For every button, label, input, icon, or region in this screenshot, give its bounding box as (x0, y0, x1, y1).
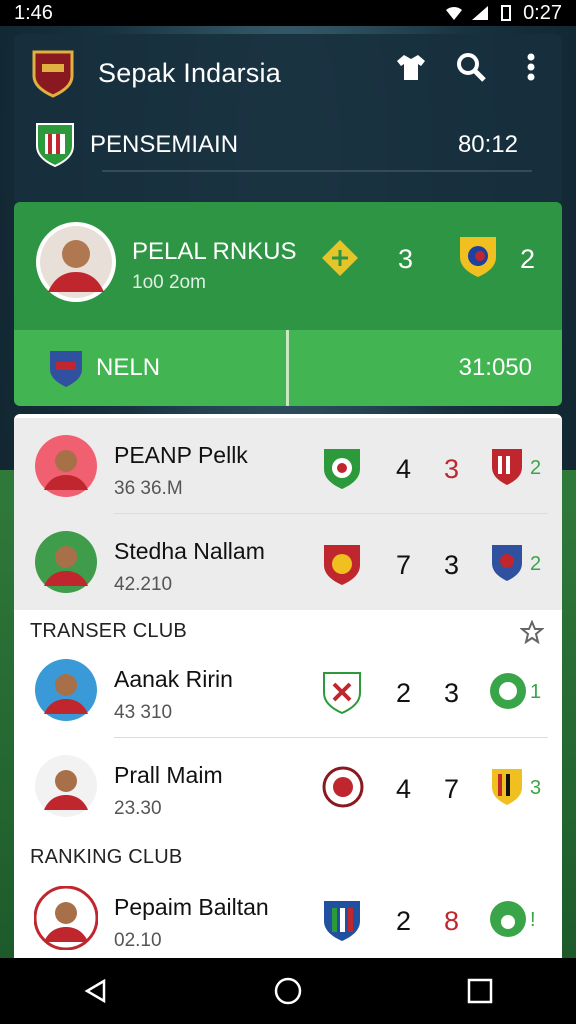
player-meta: 23.30 (114, 798, 162, 819)
signal-icon (472, 6, 489, 20)
featured-player-meta: 1o0 2om (132, 272, 206, 293)
shirt-icon (397, 55, 425, 80)
score-home: 7 (396, 550, 412, 580)
home-button[interactable] (268, 971, 308, 1011)
score-away: 3 (444, 678, 460, 708)
player-name: PEANP Pellk (114, 442, 248, 468)
section-title-ranking: RANKING CLUB (30, 846, 183, 868)
club-crest-icon (324, 901, 360, 941)
search-button[interactable] (454, 50, 488, 84)
club-crest-icon (324, 545, 360, 585)
app-header: Sepak Indarsia PENSEMIAIN 80:12 (14, 34, 562, 204)
club-crest-icon (460, 237, 496, 277)
score-home: 2 (396, 906, 412, 936)
list-item[interactable]: PEANP Pellk 36 36.M 4 3 2 (14, 418, 562, 514)
club-crest-icon (322, 766, 364, 808)
avatar (34, 886, 98, 950)
hero-score: 80:12 (457, 131, 518, 158)
player-meta: 42.210 (114, 574, 173, 595)
list-item[interactable]: Aanak Ririn 43 310 2 3 1 (14, 642, 562, 738)
diamond-badge-icon (322, 240, 358, 276)
club-crest-icon (36, 123, 74, 168)
system-nav-bar (0, 958, 576, 1024)
row-suffix: 3 (530, 777, 541, 799)
app-logo-icon (32, 50, 74, 98)
featured-player-name: PELAL RNKUS (132, 238, 297, 265)
club-crest-icon: 1 (490, 673, 541, 709)
row-suffix: 2 (530, 553, 541, 575)
back-button[interactable] (76, 971, 116, 1011)
section-title-transfer: TRANSER CLUB (30, 620, 187, 642)
avatar (35, 659, 97, 721)
player-name: Prall Maim (114, 762, 223, 788)
club-crest-icon: 3 (492, 769, 541, 805)
club-crest-icon: 2 (492, 545, 541, 581)
score-home: 2 (396, 678, 412, 708)
match-divider (286, 330, 289, 406)
match-label: NELN (96, 354, 161, 381)
player-name: Pepaim Bailtan (114, 894, 269, 920)
club-crest-icon: 2 (492, 449, 541, 485)
avatar (34, 220, 118, 309)
battery-icon (501, 5, 512, 21)
status-time: 1:46 (14, 1, 53, 24)
player-name: Aanak Ririn (114, 666, 233, 692)
featured-score-home: 3 (398, 244, 414, 274)
score-away: 3 (444, 454, 460, 484)
score-home: 4 (396, 454, 412, 484)
featured-player-card[interactable]: PELAL RNKUS 1o0 2om 3 2 (14, 202, 562, 332)
row-suffix: ! (530, 909, 536, 931)
more-vert-icon (527, 53, 535, 81)
avatar (35, 435, 97, 497)
list-item[interactable]: Stedha Nallam 42.210 7 3 2 (14, 514, 562, 610)
list-item[interactable]: Pepaim Bailtan 02.10 2 8 ! (14, 870, 562, 958)
player-meta: 02.10 (114, 930, 162, 951)
search-icon (457, 53, 486, 82)
status-clock: 0:27 (523, 1, 562, 24)
score-away: 8 (444, 906, 460, 936)
wifi-icon (446, 6, 463, 20)
row-suffix: 1 (530, 681, 541, 703)
header-divider (102, 170, 532, 172)
recents-button[interactable] (460, 971, 500, 1011)
player-name: Stedha Nallam (114, 538, 265, 564)
match-time: 31:050 (458, 354, 532, 381)
app-title: Sepak Indarsia (98, 57, 281, 88)
player-list: PEANP Pellk 36 36.M 4 3 2 Stedha Nallam … (14, 414, 562, 958)
hero-club-name: PENSEMIAIN (90, 131, 239, 158)
home-icon (274, 977, 302, 1005)
match-strip[interactable]: NELN 31:050 (14, 330, 562, 406)
club-crest-icon: ! (490, 901, 536, 937)
status-icons: 0:27 (445, 2, 562, 25)
player-meta: 36 36.M (114, 478, 183, 499)
row-suffix: 2 (530, 457, 541, 479)
recents-icon (467, 978, 493, 1004)
club-crest-icon (50, 351, 82, 387)
avatar (35, 755, 97, 817)
avatar (35, 531, 97, 593)
score-away: 7 (444, 774, 460, 804)
team-button[interactable] (394, 50, 428, 84)
more-button[interactable] (514, 50, 548, 84)
list-item[interactable]: Prall Maim 23.30 4 7 3 (14, 738, 562, 834)
back-icon (84, 978, 106, 1004)
score-away: 3 (444, 550, 460, 580)
player-meta: 43 310 (114, 702, 173, 723)
club-crest-icon (324, 449, 360, 489)
score-home: 4 (396, 774, 412, 804)
club-crest-icon (323, 672, 361, 715)
star-icon[interactable] (520, 620, 544, 644)
featured-score-away: 2 (520, 244, 536, 274)
status-bar: 1:46 0:27 (0, 0, 576, 26)
